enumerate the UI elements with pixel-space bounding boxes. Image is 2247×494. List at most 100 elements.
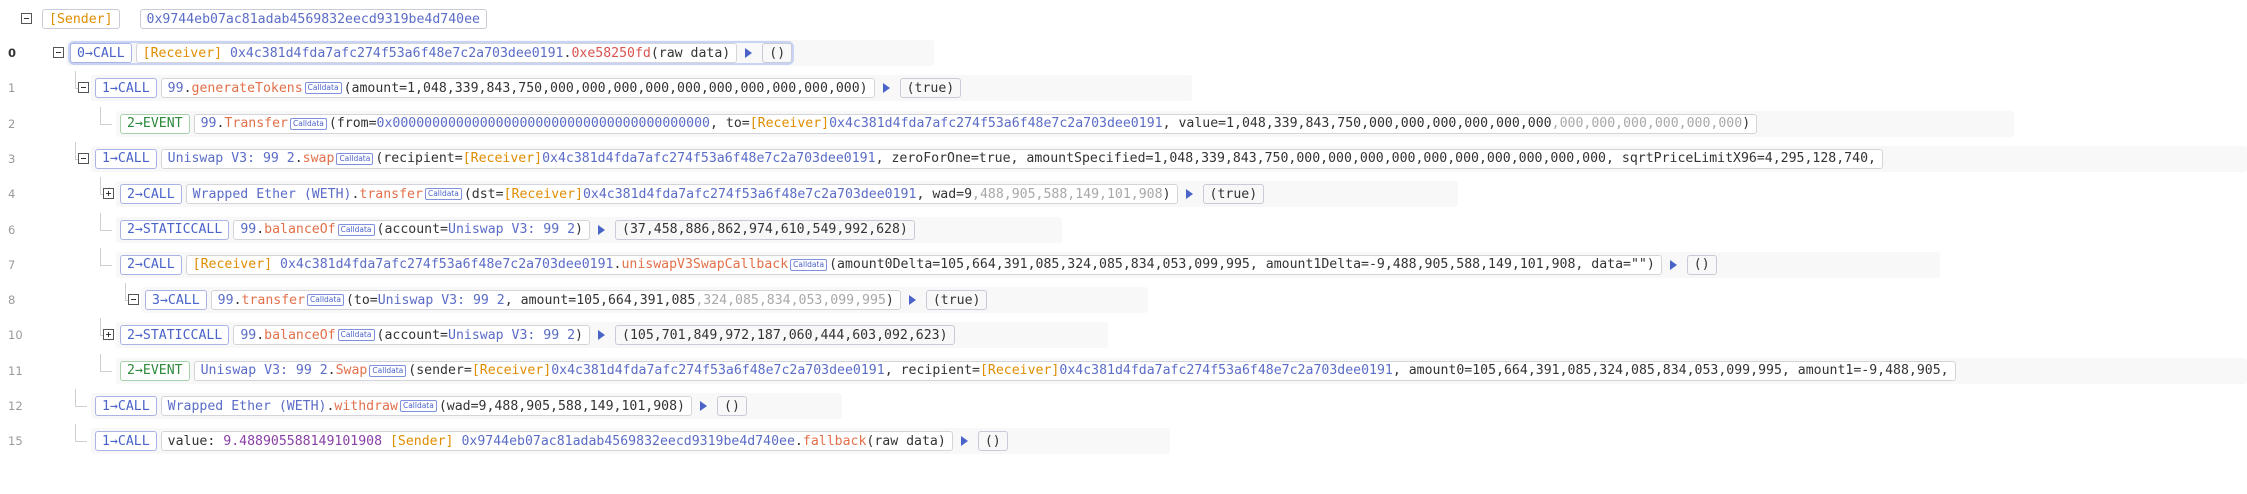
collapse-toggle[interactable]	[78, 152, 89, 164]
play-icon[interactable]	[598, 224, 605, 235]
call-kind: STATICCALL	[142, 327, 223, 343]
text-segment: (wad=9,488,905,588,149,101,908)	[438, 398, 685, 414]
collapse-toggle[interactable]	[53, 47, 64, 58]
calldata-icon[interactable]: Calldata	[369, 364, 407, 377]
trace-row[interactable]: 12 1 → CALL Wrapped Ether (WETH). withdraw C…	[0, 389, 2247, 423]
collapse-toggle[interactable]	[78, 82, 89, 94]
trace-row[interactable]: 22 → EVENT 99. Transfer Calldata (from= 0x000…	[0, 106, 2247, 141]
play-icon[interactable]	[882, 83, 890, 94]
address-link[interactable]: 0x4c381d4fda7afc274f53a6f48e7c2a703dee01…	[551, 363, 884, 378]
calldata-icon[interactable]: Calldata	[337, 329, 375, 342]
calldata-icon[interactable]: Calldata	[289, 117, 327, 130]
address-link[interactable]: 0x4c381d4fda7afc274f53a6f48e7c2a703dee01…	[280, 257, 613, 272]
line-number: 7	[8, 257, 16, 272]
arrow-icon: →	[134, 116, 143, 132]
text-segment: )	[1162, 186, 1171, 202]
trace-row[interactable]: 11 → CALL 99. generateTokens Calldata (amoun…	[0, 71, 2247, 105]
tree-guide	[75, 424, 76, 442]
contract-name[interactable]: Uniswap V3: 99 2	[201, 363, 328, 378]
call-signature[interactable]: 99. Transfer Calldata (from= 0x0000000000000…	[193, 113, 1758, 134]
text-segment: ,324,085,834,053,099,995	[695, 292, 886, 308]
line-number: 1	[8, 81, 16, 96]
expand-toggle[interactable]	[103, 188, 114, 200]
tree-guide	[75, 141, 76, 159]
contract-name[interactable]: 99	[240, 222, 256, 237]
trace-row[interactable]: 15 1 → CALL value: 9.488905588149101908 [S…	[0, 424, 2247, 458]
depth-number: 2	[127, 327, 135, 343]
address-link[interactable]: 0x4c381d4fda7afc274f53a6f48e7c2a703dee01…	[230, 46, 563, 61]
trace-row[interactable]: 00 → CALL [Receiver] 0x4c381d4fda7afc274f…	[0, 36, 2247, 70]
trace-row[interactable]: 11 2 → EVENT Uniswap V3: 99 2. Swap Calldata…	[0, 353, 2247, 388]
call-signature[interactable]: Wrapped Ether (WETH). transfer Calldata (ds…	[185, 184, 1178, 205]
contract-name[interactable]: 99	[201, 116, 217, 131]
play-icon[interactable]	[908, 295, 916, 306]
contract-name[interactable]: Uniswap V3: 99 2	[168, 151, 295, 166]
depth-number: 2	[127, 257, 135, 273]
address-link[interactable]: 0x4c381d4fda7afc274f53a6f48e7c2a703dee01…	[542, 151, 875, 166]
calldata-icon[interactable]: Calldata	[304, 82, 342, 95]
text-segment: (amount=1,048,339,843,750,000,000,000,00…	[343, 80, 868, 96]
calldata-icon[interactable]: Calldata	[424, 188, 462, 201]
expand-toggle[interactable]	[103, 329, 114, 341]
address-link[interactable]: 0x4c381d4fda7afc274f53a6f48e7c2a703dee01…	[583, 187, 916, 202]
call-signature[interactable]: Uniswap V3: 99 2. Swap Calldata (sender= [Re…	[193, 360, 1956, 381]
receiver-tag: [Receiver]	[192, 257, 281, 273]
contract-name[interactable]: Uniswap V3: 99 2	[448, 328, 575, 343]
play-icon[interactable]	[960, 436, 968, 447]
trace-row[interactable]: 62 → STATICCALL 99. balanceOf Calldata (acco…	[0, 212, 2247, 247]
address-link[interactable]: 0x00000000000000000000000000000000000000…	[377, 116, 710, 131]
calldata-icon[interactable]: Calldata	[307, 294, 344, 307]
address-link[interactable]: 0x9744eb07ac81adab4569832eecd9319be4d740…	[461, 434, 794, 449]
arrow-icon: →	[134, 363, 143, 379]
text-segment: (to=	[345, 292, 378, 308]
text-segment: .	[256, 327, 265, 343]
contract-name[interactable]: Wrapped Ether (WETH)	[168, 399, 327, 414]
call-type-badge: 2 → CALL	[120, 184, 182, 205]
arrow-icon: →	[159, 292, 168, 308]
play-icon[interactable]	[745, 48, 753, 58]
calldata-icon[interactable]: Calldata	[399, 400, 437, 412]
tree-guide	[100, 247, 101, 265]
call-signature[interactable]: [Receiver] 0x4c381d4fda7afc274f53a6f48e7…	[185, 254, 1662, 275]
call-kind: CALL	[92, 45, 125, 61]
text-segment: .	[233, 292, 242, 308]
play-icon[interactable]	[1185, 189, 1193, 200]
address-link[interactable]: 0x4c381d4fda7afc274f53a6f48e7c2a703dee01…	[1059, 363, 1392, 378]
contract-name[interactable]: Wrapped Ether (WETH)	[193, 187, 352, 202]
function-name: uniswapV3SwapCallback	[621, 257, 789, 273]
call-signature[interactable]: Wrapped Ether (WETH). withdraw Calldata (wa…	[160, 396, 692, 416]
calldata-icon[interactable]: Calldata	[336, 152, 374, 165]
call-signature[interactable]: 99. generateTokens Calldata (amount=1,048,3…	[160, 78, 875, 99]
call-type-badge: 0 → CALL	[70, 43, 132, 63]
call-signature[interactable]: [Receiver] 0x4c381d4fda7afc274f53a6f48e7…	[135, 43, 738, 63]
trace-row[interactable]: 10 2 → STATICCALL 99. balanceOf Calldata (acc…	[0, 318, 2247, 352]
call-signature[interactable]: 99. balanceOf Calldata (account= Uniswap V3:…	[233, 325, 590, 346]
play-icon[interactable]	[598, 330, 605, 341]
call-content: 2 → CALL Wrapped Ether (WETH). transfer Cal…	[120, 184, 1265, 205]
contract-name[interactable]: Uniswap V3: 99 2	[378, 293, 505, 308]
collapse-toggle[interactable]	[128, 294, 139, 306]
contract-name[interactable]: 99	[218, 293, 234, 308]
contract-name[interactable]: Uniswap V3: 99 2	[448, 222, 575, 237]
contract-name[interactable]: 99	[240, 328, 256, 343]
call-signature[interactable]: 99. transfer Calldata (to= Uniswap V3: 99 2,…	[210, 290, 901, 311]
sender-tag: [Sender]	[389, 433, 462, 449]
calldata-icon[interactable]: Calldata	[337, 223, 375, 236]
sender-address[interactable]: 0x9744eb07ac81adab4569832eecd9319be4d740…	[139, 9, 487, 29]
call-signature[interactable]: 99. balanceOf Calldata (account= Uniswap V3:…	[233, 219, 590, 240]
call-signature[interactable]: value: 9.488905588149101908 [Sender] 0x9…	[160, 431, 953, 452]
collapse-toggle[interactable]	[21, 13, 32, 24]
calldata-icon[interactable]: Calldata	[790, 258, 828, 271]
return-value: ()	[717, 396, 747, 416]
call-kind: STATICCALL	[142, 222, 223, 237]
trace-row[interactable]: 72 → CALL [Receiver] 0x4c381d4fda7afc274f…	[0, 247, 2247, 282]
play-icon[interactable]	[1669, 259, 1677, 270]
trace-row[interactable]: 31 → CALL Uniswap V3: 99 2. swap Calldata (r…	[0, 141, 2247, 176]
call-signature[interactable]: Uniswap V3: 99 2. swap Calldata (recipient=…	[160, 148, 1883, 169]
address-link[interactable]: 0x4c381d4fda7afc274f53a6f48e7c2a703dee01…	[829, 116, 1162, 131]
line-number: 15	[8, 434, 23, 449]
contract-name[interactable]: 99	[168, 81, 184, 96]
trace-row[interactable]: 42 → CALL Wrapped Ether (WETH). transfer Ca…	[0, 177, 2247, 211]
play-icon[interactable]	[700, 401, 707, 411]
trace-row[interactable]: 83 → CALL 99. transfer Calldata (to= Uniswap …	[0, 283, 2247, 317]
